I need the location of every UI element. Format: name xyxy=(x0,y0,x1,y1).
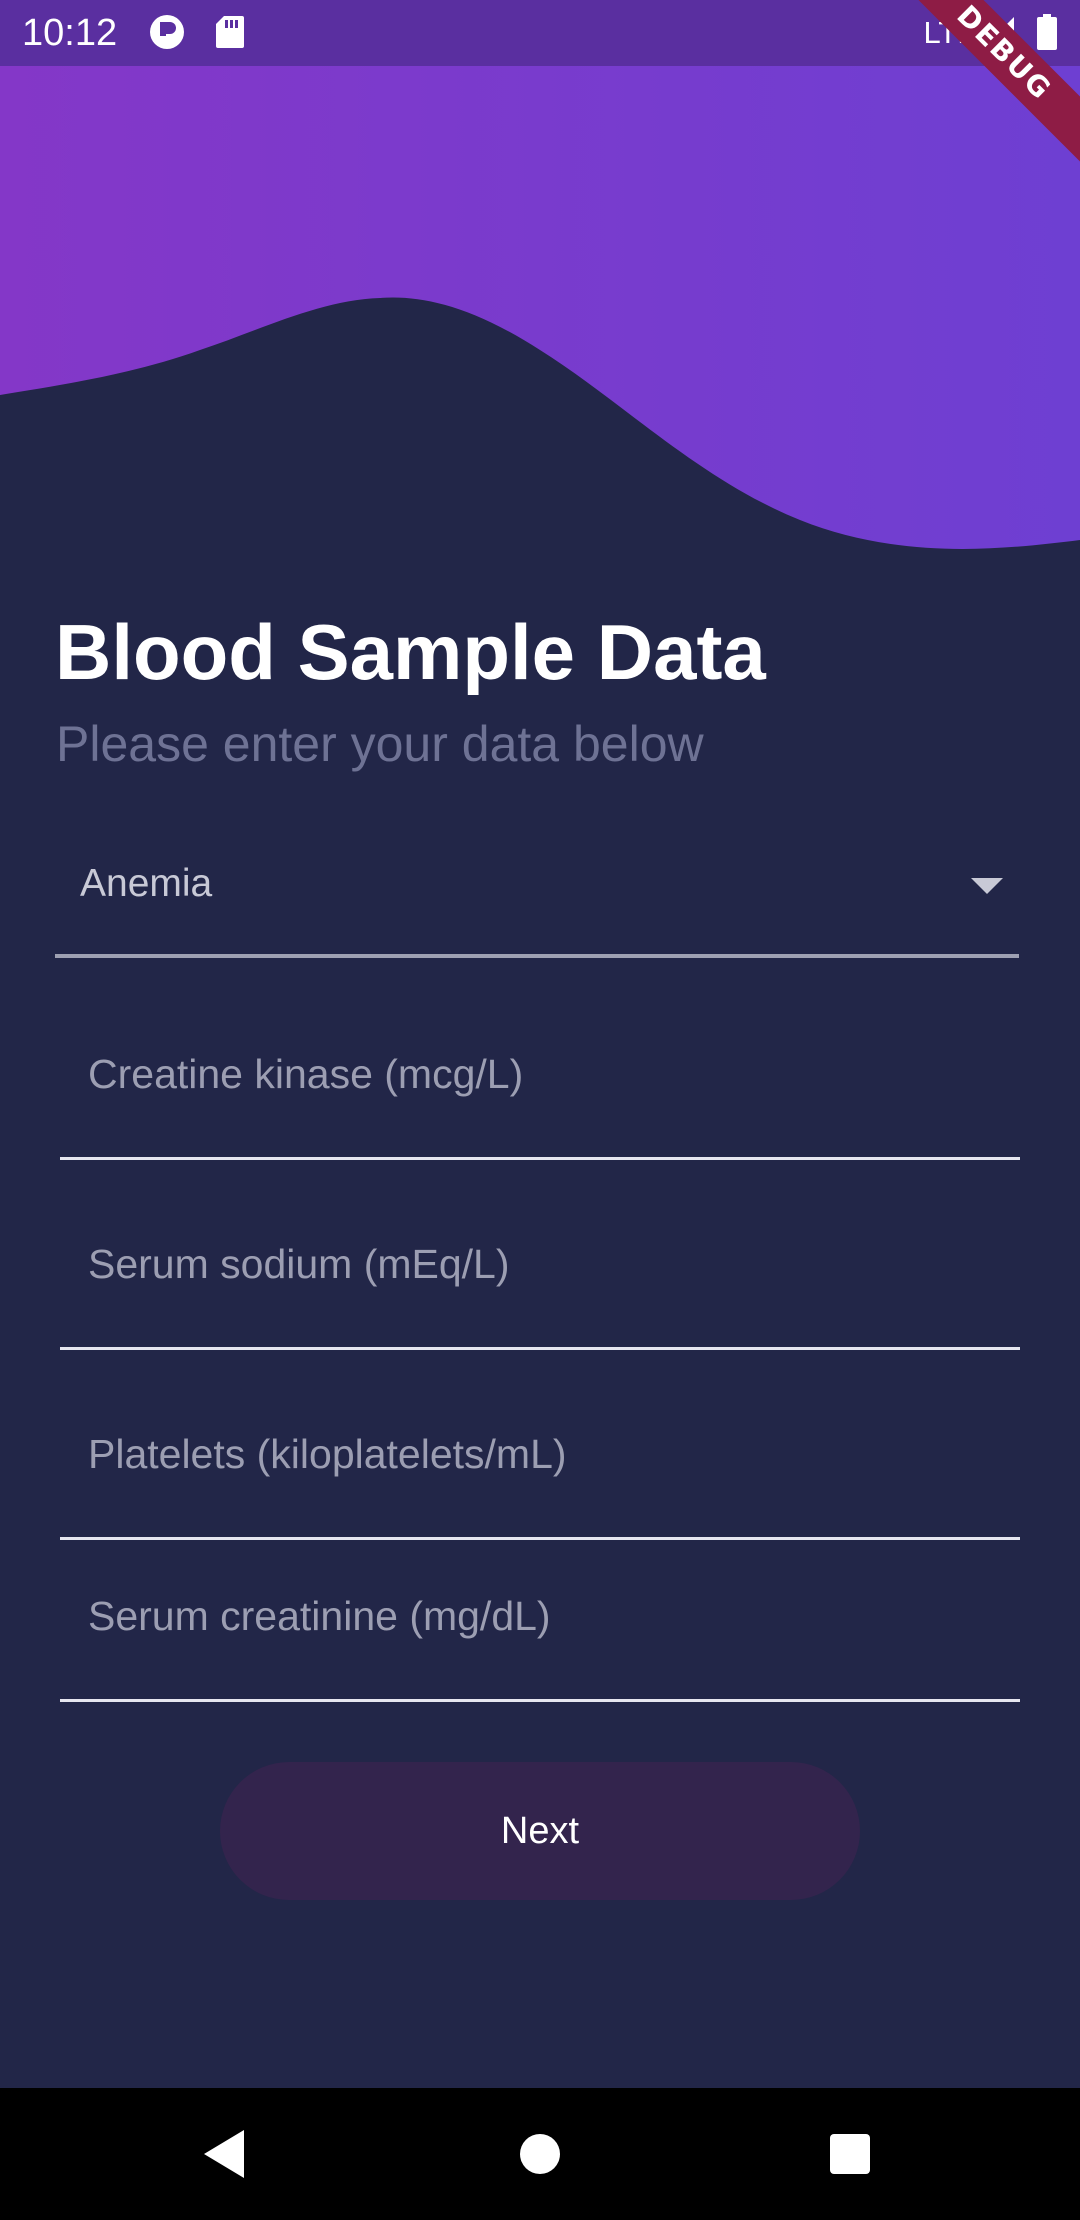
creatine-kinase-field-container xyxy=(60,1010,1020,1160)
home-icon[interactable] xyxy=(520,2134,560,2174)
battery-icon xyxy=(1037,14,1057,50)
status-time: 10:12 xyxy=(22,12,118,54)
next-button[interactable]: Next xyxy=(220,1762,860,1900)
sd-card-icon xyxy=(216,16,244,48)
dropdown-arrow-icon xyxy=(971,878,1003,894)
dropdown-selected-value: Anemia xyxy=(80,862,213,905)
app-notification-icon xyxy=(150,15,184,49)
header-wave xyxy=(0,0,1080,549)
condition-dropdown[interactable]: Anemia xyxy=(55,840,1019,958)
serum-creatinine-field-container xyxy=(60,1560,1020,1702)
platelets-field-container xyxy=(60,1390,1020,1540)
platelets-input[interactable] xyxy=(88,1404,988,1504)
serum-creatinine-input[interactable] xyxy=(88,1566,988,1666)
status-bar: 10:12 LTE xyxy=(0,0,1080,66)
system-nav-bar xyxy=(0,2088,1080,2220)
serum-sodium-field-container xyxy=(60,1200,1020,1350)
recents-icon[interactable] xyxy=(830,2134,870,2174)
screen: 10:12 LTE DEBUG Blood Sample Data Please… xyxy=(0,0,1080,2220)
page-subtitle: Please enter your data below xyxy=(56,716,704,772)
page-title: Blood Sample Data xyxy=(55,608,766,696)
creatine-kinase-input[interactable] xyxy=(88,1024,988,1124)
back-icon[interactable] xyxy=(204,2130,244,2178)
serum-sodium-input[interactable] xyxy=(88,1214,988,1314)
